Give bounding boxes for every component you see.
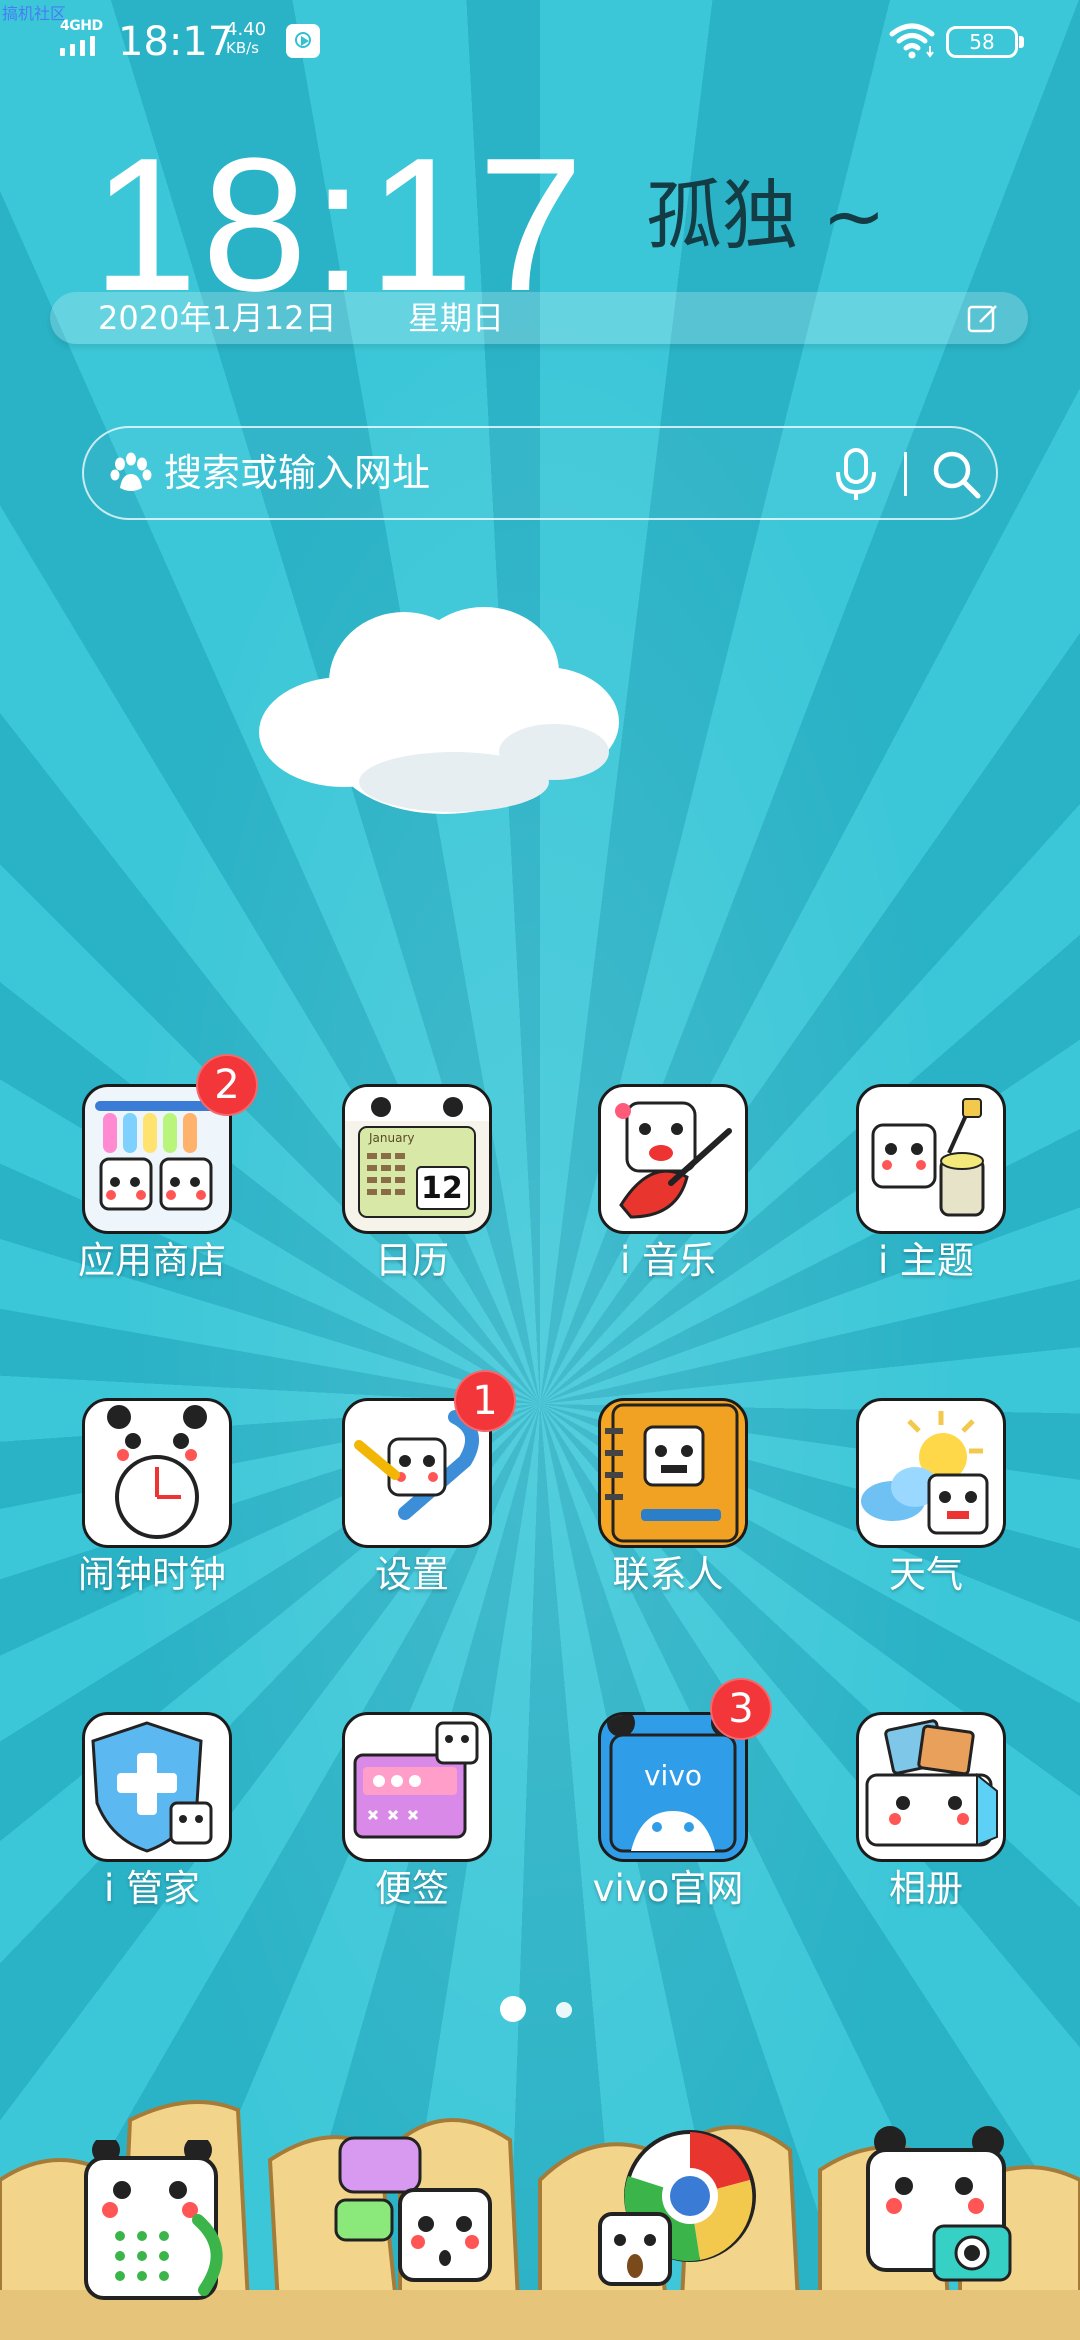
gallery-icon [856, 1712, 1006, 1862]
contacts-icon [598, 1398, 748, 1548]
microphone-icon[interactable] [830, 446, 882, 502]
app-music[interactable]: i 音乐 [568, 1084, 768, 1324]
calendar-icon: January 12 [342, 1084, 492, 1234]
phone-icon [84, 2136, 223, 2300]
date-bar[interactable]: 2020年1月12日 星期日 [50, 292, 1028, 344]
app-weather[interactable]: 天气 [826, 1398, 1026, 1638]
app-label: vivo官网 [592, 1867, 744, 1910]
app-label: 闹钟时钟 [78, 1553, 226, 1596]
media-play-icon [286, 24, 320, 58]
notification-badge: 3 [710, 1678, 772, 1740]
camera-icon [866, 2126, 1012, 2282]
theme-icon [856, 1084, 1006, 1234]
search-placeholder: 搜索或输入网址 [164, 451, 431, 495]
network-type: 4GHD [60, 18, 103, 34]
app-label: 相册 [889, 1867, 963, 1910]
notes-icon [342, 1712, 492, 1862]
wifi-icon [889, 23, 935, 59]
signal-icon [60, 36, 95, 56]
app-label: i 管家 [103, 1867, 201, 1910]
app-label: 天气 [889, 1553, 963, 1596]
app-theme[interactable]: i 主题 [826, 1084, 1026, 1324]
search-divider [904, 452, 907, 496]
status-time: 18:17 [118, 19, 234, 65]
app-label: 联系人 [612, 1553, 724, 1596]
app-label: i 音乐 [619, 1239, 717, 1282]
cloud-decoration [259, 607, 619, 814]
app-label: 日历 [375, 1239, 449, 1282]
app-label: 便签 [375, 1867, 449, 1910]
app-notes[interactable]: 便签 [312, 1712, 512, 1952]
speed-value: 4.40 [226, 19, 267, 40]
app-label: 应用商店 [78, 1239, 226, 1282]
paw-icon [110, 452, 152, 491]
dock-messages[interactable] [330, 2130, 500, 2300]
notification-badge: 1 [454, 1370, 516, 1432]
alarm-clock-icon [82, 1398, 232, 1548]
network-speed: 4.40 KB/s [226, 20, 266, 58]
dock-browser[interactable] [590, 2120, 770, 2300]
status-bar: 4GHD 18:17 4.40 KB/s 58 [0, 0, 1080, 86]
notification-badge: 2 [196, 1054, 258, 1116]
app-clock[interactable]: 闹钟时钟 [52, 1398, 252, 1638]
calendar-day: 12 [421, 1171, 463, 1206]
dock-camera[interactable] [860, 2120, 1040, 2300]
browser-icon [598, 2130, 756, 2286]
app-label: i 主题 [877, 1239, 975, 1282]
app-calendar[interactable]: January 12 日历 [312, 1084, 512, 1324]
weekday-text: 星期日 [408, 299, 505, 337]
app-label: 设置 [375, 1553, 449, 1596]
search-bar[interactable]: 搜索或输入网址 [82, 426, 998, 520]
calendar-month: January [369, 1131, 415, 1145]
weather-icon [856, 1398, 1006, 1548]
app-gallery[interactable]: 相册 [826, 1712, 1026, 1952]
dock-phone[interactable] [80, 2136, 240, 2310]
page-dot[interactable] [556, 2002, 572, 2018]
messages-icon [334, 2136, 492, 2282]
page-indicator[interactable] [500, 1994, 580, 2024]
date-text: 2020年1月12日 [98, 299, 337, 337]
app-settings[interactable]: 设置 1 [312, 1370, 516, 1638]
search-icon[interactable] [930, 448, 982, 502]
speed-unit: KB/s [226, 39, 259, 57]
app-manager[interactable]: i 管家 [52, 1712, 252, 1952]
edit-icon[interactable] [966, 302, 1000, 336]
app-contacts[interactable]: 联系人 [568, 1398, 768, 1638]
music-icon [598, 1084, 748, 1234]
battery-indicator: 58 [946, 26, 1024, 58]
mood-text[interactable]: 孤独 ~ [646, 168, 886, 264]
vivo-brand-text: vivo [643, 1759, 703, 1792]
app-app-store[interactable]: 应用商店 2 [52, 1054, 258, 1324]
app-vivo-website[interactable]: vivo vivo官网 3 [568, 1678, 772, 1952]
shield-icon [82, 1712, 232, 1862]
page-dot-active[interactable] [500, 1996, 526, 2022]
